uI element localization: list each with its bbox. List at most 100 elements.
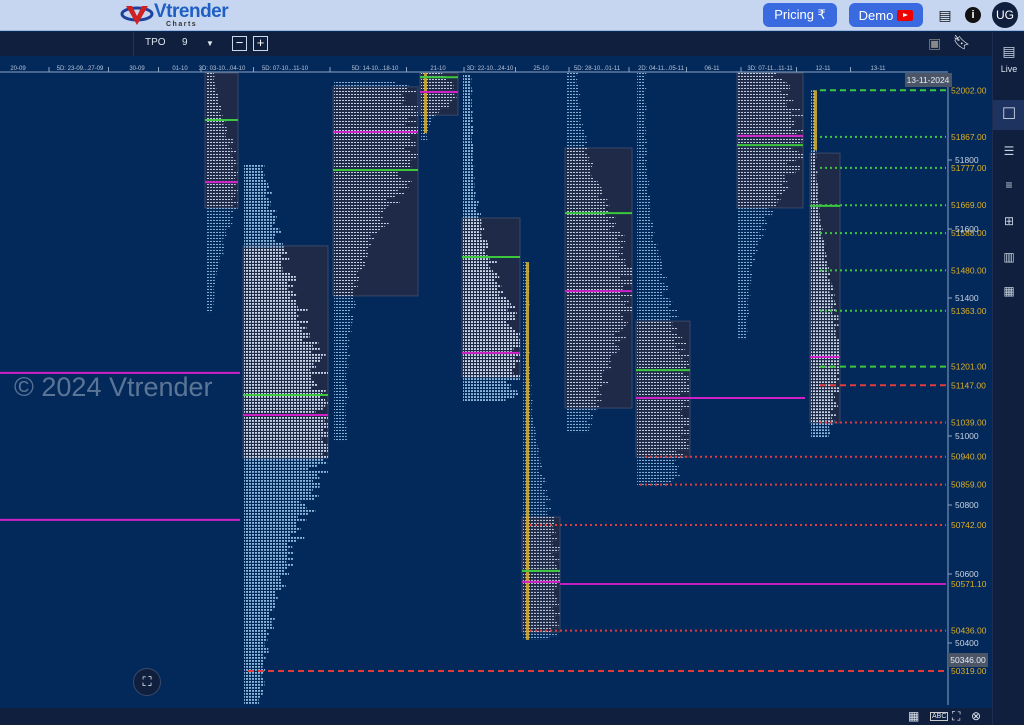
tpo-row [738, 304, 749, 307]
tpo-row [206, 262, 220, 265]
tpo-row [206, 274, 217, 277]
avatar[interactable]: UG [992, 2, 1018, 28]
tpo-row [566, 157, 590, 160]
tpo-row [811, 207, 820, 210]
tpo-row [738, 217, 765, 220]
tpo-row [244, 521, 297, 524]
tpo-chart[interactable]: 20-09 5D: 23-09...27-09 30-09 01-10 3D: 03-1… [0, 0, 992, 708]
tpo-row [523, 460, 541, 463]
tpo-row [244, 659, 264, 662]
tpo-row [637, 271, 660, 274]
tpo-row [244, 341, 319, 344]
tpo-row [244, 644, 265, 647]
tpo-row [738, 262, 752, 265]
tpo-row [566, 115, 582, 118]
tpo-row [523, 427, 536, 430]
labels-icon[interactable]: ABC [930, 712, 949, 721]
tpo-row [206, 175, 237, 178]
grid-icon[interactable]: ▦ [908, 709, 919, 723]
tpo-row [566, 418, 593, 421]
date-label: 3D: 07-11...11-11 [747, 66, 793, 72]
tpo-row [811, 396, 835, 399]
tpo-row [566, 94, 581, 97]
tpo-row [637, 181, 650, 184]
close-circle-icon[interactable]: ⊗ [971, 709, 981, 723]
tpo-row [523, 430, 536, 433]
tpo-row [244, 404, 326, 407]
tpo-row [244, 512, 309, 515]
tpo-row [244, 602, 276, 605]
tpo-row [566, 415, 594, 418]
tpo-row [637, 151, 648, 154]
tpo-row [244, 266, 283, 269]
tpo-row [738, 121, 796, 124]
columns-layout-icon[interactable]: ▥ [993, 242, 1024, 272]
date-label: 3D: 22-10...24-10 [467, 66, 514, 72]
fit-screen-button[interactable]: ⛶ [133, 668, 161, 696]
tpo-row [566, 124, 583, 127]
tpo-row [244, 251, 288, 254]
tpo-row [637, 250, 659, 253]
tpo-row [738, 106, 787, 109]
tpo-row [244, 323, 300, 326]
tpo-row [244, 458, 324, 461]
rows-layout-icon[interactable]: ≡ [993, 170, 1024, 200]
tpo-row [463, 225, 481, 228]
tpo-row [637, 226, 653, 229]
tpo-row [637, 73, 647, 76]
tpo-row [637, 439, 689, 442]
tpo-row [637, 148, 647, 151]
tpo-row [244, 302, 296, 305]
single-layout-icon[interactable]: ☐ [993, 100, 1024, 130]
tpo-row [244, 425, 328, 428]
tpo-row [566, 187, 602, 190]
tpo-row [206, 229, 227, 232]
tpo-row [463, 339, 520, 342]
tpo-row [244, 206, 269, 209]
tpo-row [637, 241, 654, 244]
tpo-row [206, 196, 236, 199]
tpo-row [566, 202, 605, 205]
tpo-row [738, 334, 747, 337]
tpo-row [738, 109, 801, 112]
date-label: 21-10 [430, 66, 446, 72]
tpo-row [463, 360, 520, 363]
tpo-row [566, 373, 602, 376]
tpo-row [244, 497, 315, 500]
tpo-row [811, 177, 817, 180]
tpo-row [244, 296, 292, 299]
grid-layout-icon[interactable]: ⊞ [993, 206, 1024, 236]
live-label[interactable]: Live [993, 64, 1024, 75]
tpo-row [463, 276, 500, 279]
tpo-row [334, 91, 417, 94]
tpo-row [334, 133, 418, 136]
split-layout-icon[interactable]: ☰ [993, 136, 1024, 166]
tpo-row [637, 448, 689, 451]
tpo-row [637, 433, 689, 436]
tpo-row [738, 169, 800, 172]
tpo-row [334, 244, 372, 247]
level-price-label: 50319.00 [951, 666, 987, 676]
focus-icon[interactable]: ⛶ [952, 709, 960, 724]
tpo-row [566, 406, 599, 409]
tpo-row [334, 370, 346, 373]
tpo-row [463, 372, 514, 375]
tpo-row [811, 240, 824, 243]
tpo-row [206, 220, 231, 223]
tpo-row [811, 402, 837, 405]
live-icon[interactable]: ▤ [993, 36, 1024, 66]
tpo-row [463, 216, 479, 219]
tpo-row [566, 286, 624, 289]
tpo-row [637, 382, 687, 385]
tpo-row [334, 343, 347, 346]
tpo-row [206, 139, 233, 142]
tpo-row [637, 94, 645, 97]
tpo-row [244, 236, 274, 239]
tpo-row [637, 415, 683, 418]
table-layout-icon[interactable]: ▦ [993, 276, 1024, 306]
tpo-row [637, 403, 685, 406]
tpo-row [206, 136, 226, 139]
tpo-row [463, 147, 474, 150]
tpo-row [811, 414, 836, 417]
tpo-row [566, 184, 600, 187]
